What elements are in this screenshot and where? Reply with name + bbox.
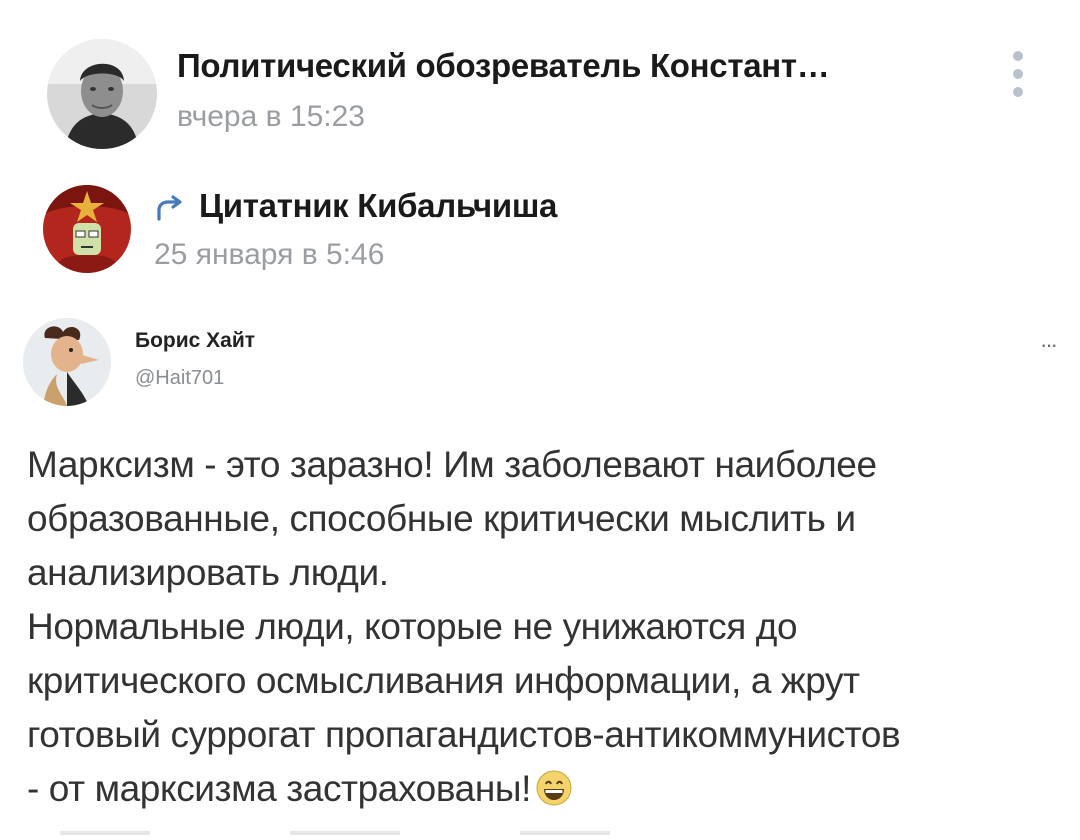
tweet-last-line: - от марксизма застрахованы! bbox=[27, 762, 1072, 816]
post-author-name[interactable]: Политический обозреватель Констант… bbox=[177, 47, 830, 85]
tweet-author-handle: @Hait701 bbox=[135, 367, 225, 389]
user-photo-avatar-icon bbox=[47, 39, 157, 149]
post-author-avatar[interactable] bbox=[47, 39, 157, 149]
grinning-face-emoji-icon bbox=[535, 768, 573, 806]
tweet-author-name: Борис Хайт bbox=[135, 329, 256, 352]
tweet-line: Нормальные люди, которые не унижаются до bbox=[27, 606, 798, 647]
tweet-line: образованные, способные критически мысли… bbox=[27, 498, 856, 539]
community-avatar-icon bbox=[43, 185, 131, 273]
tweet-line: готовый суррогат пропагандистов-антикомм… bbox=[27, 714, 901, 755]
tweet-line: Марксизм - это заразно! Им заболевают на… bbox=[27, 444, 877, 485]
more-vertical-icon[interactable] bbox=[1006, 46, 1030, 102]
tweet-text: Марксизм - это заразно! Им заболевают на… bbox=[27, 438, 1072, 816]
caricature-avatar-icon bbox=[23, 318, 111, 406]
tweet-more-icon: ··· bbox=[1040, 332, 1058, 357]
tweet-line: критического осмысливания информации, а … bbox=[27, 660, 860, 701]
tweet-line: - от марксизма застрахованы! bbox=[27, 768, 531, 809]
tweet-author-avatar bbox=[23, 318, 111, 406]
repost-community-avatar[interactable] bbox=[43, 185, 131, 273]
tweet-line: анализировать люди. bbox=[27, 552, 389, 593]
post-timestamp[interactable]: вчера в 15:23 bbox=[177, 100, 365, 134]
bottom-edge-divider bbox=[60, 822, 620, 835]
repost-timestamp[interactable]: 25 января в 5:46 bbox=[154, 238, 384, 272]
repost-source-name[interactable]: Цитатник Кибальчиша bbox=[199, 187, 557, 225]
repost-arrow-icon bbox=[155, 195, 185, 223]
